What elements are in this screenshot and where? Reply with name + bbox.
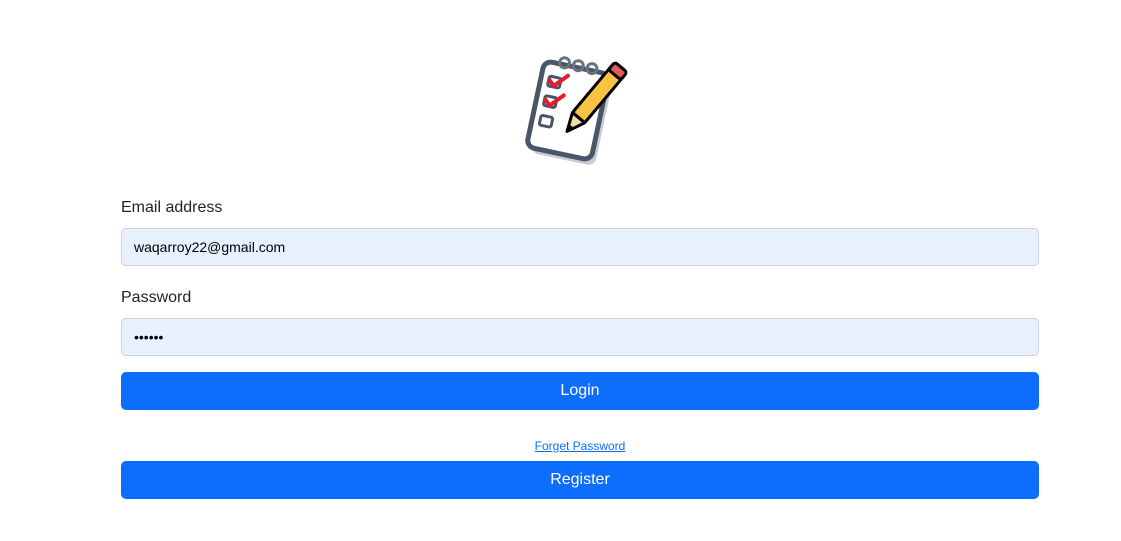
password-input[interactable] — [121, 318, 1039, 356]
login-form: Email address Password Login Forget Pass… — [121, 196, 1039, 499]
password-label: Password — [121, 289, 192, 306]
email-label: Email address — [121, 199, 223, 216]
login-page: Email address Password Login Forget Pass… — [0, 0, 1121, 541]
password-group: Password — [121, 286, 1039, 356]
register-button[interactable]: Register — [121, 461, 1039, 499]
forget-password-link[interactable]: Forget Password — [535, 439, 626, 453]
email-input[interactable] — [121, 228, 1039, 266]
notepad-checklist-pencil-icon — [515, 50, 635, 170]
forget-password-row: Forget Password — [121, 438, 1039, 454]
email-group: Email address — [121, 196, 1039, 266]
login-button[interactable]: Login — [121, 372, 1039, 410]
